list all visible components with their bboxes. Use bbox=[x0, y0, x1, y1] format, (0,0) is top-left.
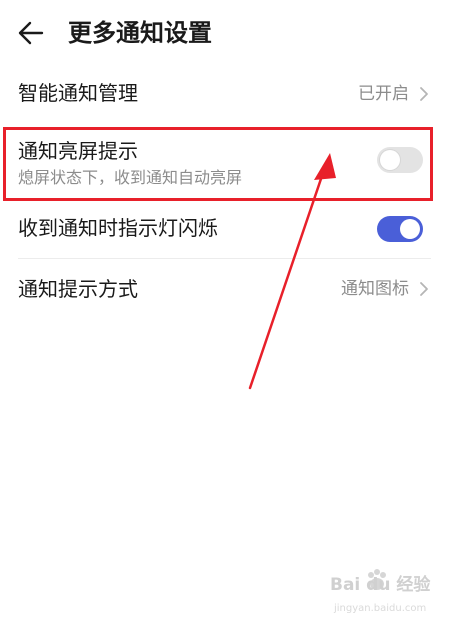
toggle-knob bbox=[380, 150, 400, 170]
indicator-light-row[interactable]: 收到通知时指示灯闪烁 bbox=[0, 199, 449, 257]
wake-screen-toggle[interactable] bbox=[377, 147, 423, 173]
baidu-watermark: Bai du 经验 jingyan.baidu.com bbox=[330, 568, 440, 618]
arrow-left-icon bbox=[18, 21, 44, 45]
smart-notification-row[interactable]: 智能通知管理 已开启 bbox=[0, 66, 449, 124]
watermark-url: jingyan.baidu.com bbox=[334, 603, 427, 614]
notify-style-label: 通知提示方式 bbox=[18, 277, 138, 301]
chevron-right-icon bbox=[420, 87, 428, 101]
indicator-light-label: 收到通知时指示灯闪烁 bbox=[18, 216, 218, 240]
app-header: 更多通知设置 bbox=[0, 0, 449, 66]
wake-screen-row[interactable]: 通知亮屏提示 熄屏状态下，收到通知自动亮屏 bbox=[0, 127, 449, 197]
back-button[interactable] bbox=[14, 18, 48, 48]
notify-style-value: 通知图标 bbox=[341, 279, 409, 299]
page-title: 更多通知设置 bbox=[68, 19, 212, 47]
paw-icon bbox=[368, 569, 386, 590]
watermark-text: Bai du 经验 bbox=[330, 575, 431, 595]
toggle-knob bbox=[400, 219, 420, 239]
wake-screen-description: 熄屏状态下，收到通知自动亮屏 bbox=[18, 168, 243, 187]
chevron-right-icon bbox=[420, 282, 428, 296]
smart-notification-value: 已开启 bbox=[358, 84, 409, 104]
wake-screen-label: 通知亮屏提示 bbox=[18, 139, 138, 163]
smart-notification-label: 智能通知管理 bbox=[18, 81, 138, 105]
indicator-light-toggle[interactable] bbox=[377, 216, 423, 242]
notify-style-row[interactable]: 通知提示方式 通知图标 bbox=[0, 259, 449, 317]
